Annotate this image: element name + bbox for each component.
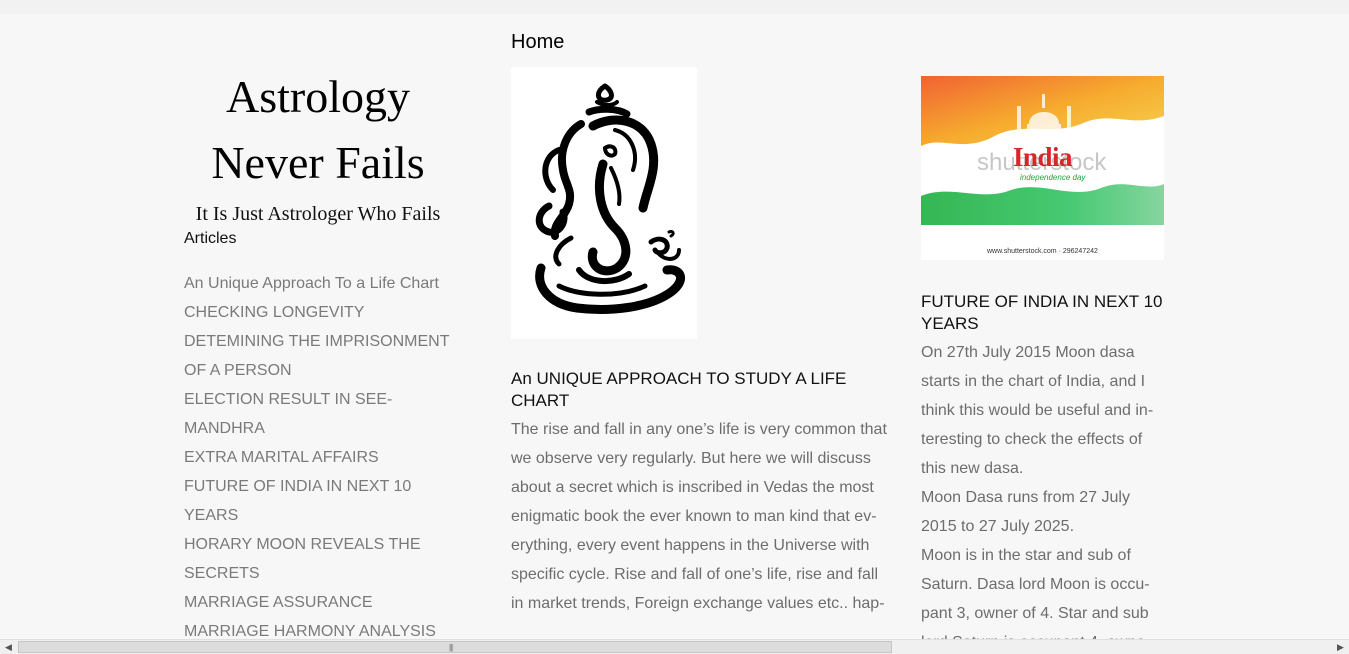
article-link[interactable]: An Unique Approach To a Life Chart xyxy=(184,269,454,298)
image-source-url: www.shutterstock.com · 296247242 xyxy=(987,248,1098,255)
articles-heading: Articles xyxy=(184,230,237,247)
right-sidebar: shutterstock India independence day www.… xyxy=(921,76,1164,654)
article-link-label[interactable]: ELECTION RESULT IN SEE-MANDHRA xyxy=(184,391,392,437)
page-title: Home xyxy=(511,31,565,53)
side-post-paragraph: Moon Dasa runs from 27 July 2015 to 27 J… xyxy=(921,489,1130,535)
scroll-left-arrow-icon[interactable]: ◀ xyxy=(0,640,17,654)
horizontal-scrollbar[interactable]: ◀ ||| ▶ xyxy=(0,639,1349,654)
scroll-right-arrow-icon[interactable]: ▶ xyxy=(1332,640,1349,654)
article-link[interactable]: ELECTION RESULT IN SEE-MANDHRA xyxy=(184,385,454,443)
article-link-label[interactable]: CHECKING LONGEVITY xyxy=(184,304,364,321)
browser-top-strip xyxy=(0,0,1349,14)
site-tagline: It Is Just Astrologer Who Fails xyxy=(195,203,441,225)
side-post-paragraph: On 27th July 2015 Moon dasa starts in th… xyxy=(921,344,1154,477)
article-link[interactable]: DETEMINING THE IMPRISONMENT OF A PERSON xyxy=(184,327,454,385)
scrollbar-thumb[interactable]: ||| xyxy=(18,641,892,653)
site-title-line1: Astrology xyxy=(226,71,410,122)
india-title-text: India xyxy=(1012,142,1073,172)
post-title[interactable]: An UNIQUE APPROACH TO STUDY A LIFE CHART xyxy=(511,368,883,412)
main-content: Home An UNIQUE APPROACH TO STUDY A LIFE … xyxy=(511,31,891,618)
side-post-body: On 27th July 2015 Moon dasa starts in th… xyxy=(921,338,1164,654)
scrollbar-grip-icon: ||| xyxy=(449,643,453,652)
ganesha-icon xyxy=(535,83,685,314)
article-link-label[interactable]: MARRIAGE ASSURANCE xyxy=(184,594,372,611)
post-body: The rise and fall in any one’s life is v… xyxy=(511,421,887,612)
article-link-label[interactable]: An Unique Approach To a Life Chart xyxy=(184,275,439,292)
article-link-label[interactable]: FUTURE OF INDIA IN NEXT 10 YEARS xyxy=(184,478,411,524)
article-link[interactable]: FUTURE OF INDIA IN NEXT 10 YEARS xyxy=(184,472,454,530)
article-link[interactable]: CHECKING LONGEVITY xyxy=(184,298,454,327)
india-subtitle-text: independence day xyxy=(1020,173,1086,182)
article-link-label[interactable]: DETEMINING THE IMPRISONMENT OF A PERSON xyxy=(184,333,449,379)
article-link[interactable]: MARRIAGE ASSURANCE xyxy=(184,588,454,617)
side-post-title[interactable]: FUTURE OF INDIA IN NEXT 10 YEARS xyxy=(921,291,1164,335)
article-link-label[interactable]: HORARY MOON REVEALS THE SECRETS xyxy=(184,536,421,582)
india-independence-image: shutterstock India independence day www.… xyxy=(921,76,1164,260)
ganesha-image xyxy=(511,67,697,339)
site-title-line2: Never Fails xyxy=(211,137,425,188)
article-link[interactable]: HORARY MOON REVEALS THE SECRETS xyxy=(184,530,454,588)
left-sidebar: Astrology Never Fails It Is Just Astrolo… xyxy=(184,64,454,646)
side-post-paragraph: Moon is in the star and sub of Saturn. D… xyxy=(921,547,1150,651)
article-list: An Unique Approach To a Life Chart CHECK… xyxy=(184,269,454,646)
article-link-label[interactable]: MARRIAGE HARMONY ANALYSIS xyxy=(184,623,436,640)
article-link[interactable]: EXTRA MARITAL AFFAIRS xyxy=(184,443,454,472)
article-link-label[interactable]: EXTRA MARITAL AFFAIRS xyxy=(184,449,379,466)
site-title[interactable]: Astrology Never Fails xyxy=(184,64,452,196)
